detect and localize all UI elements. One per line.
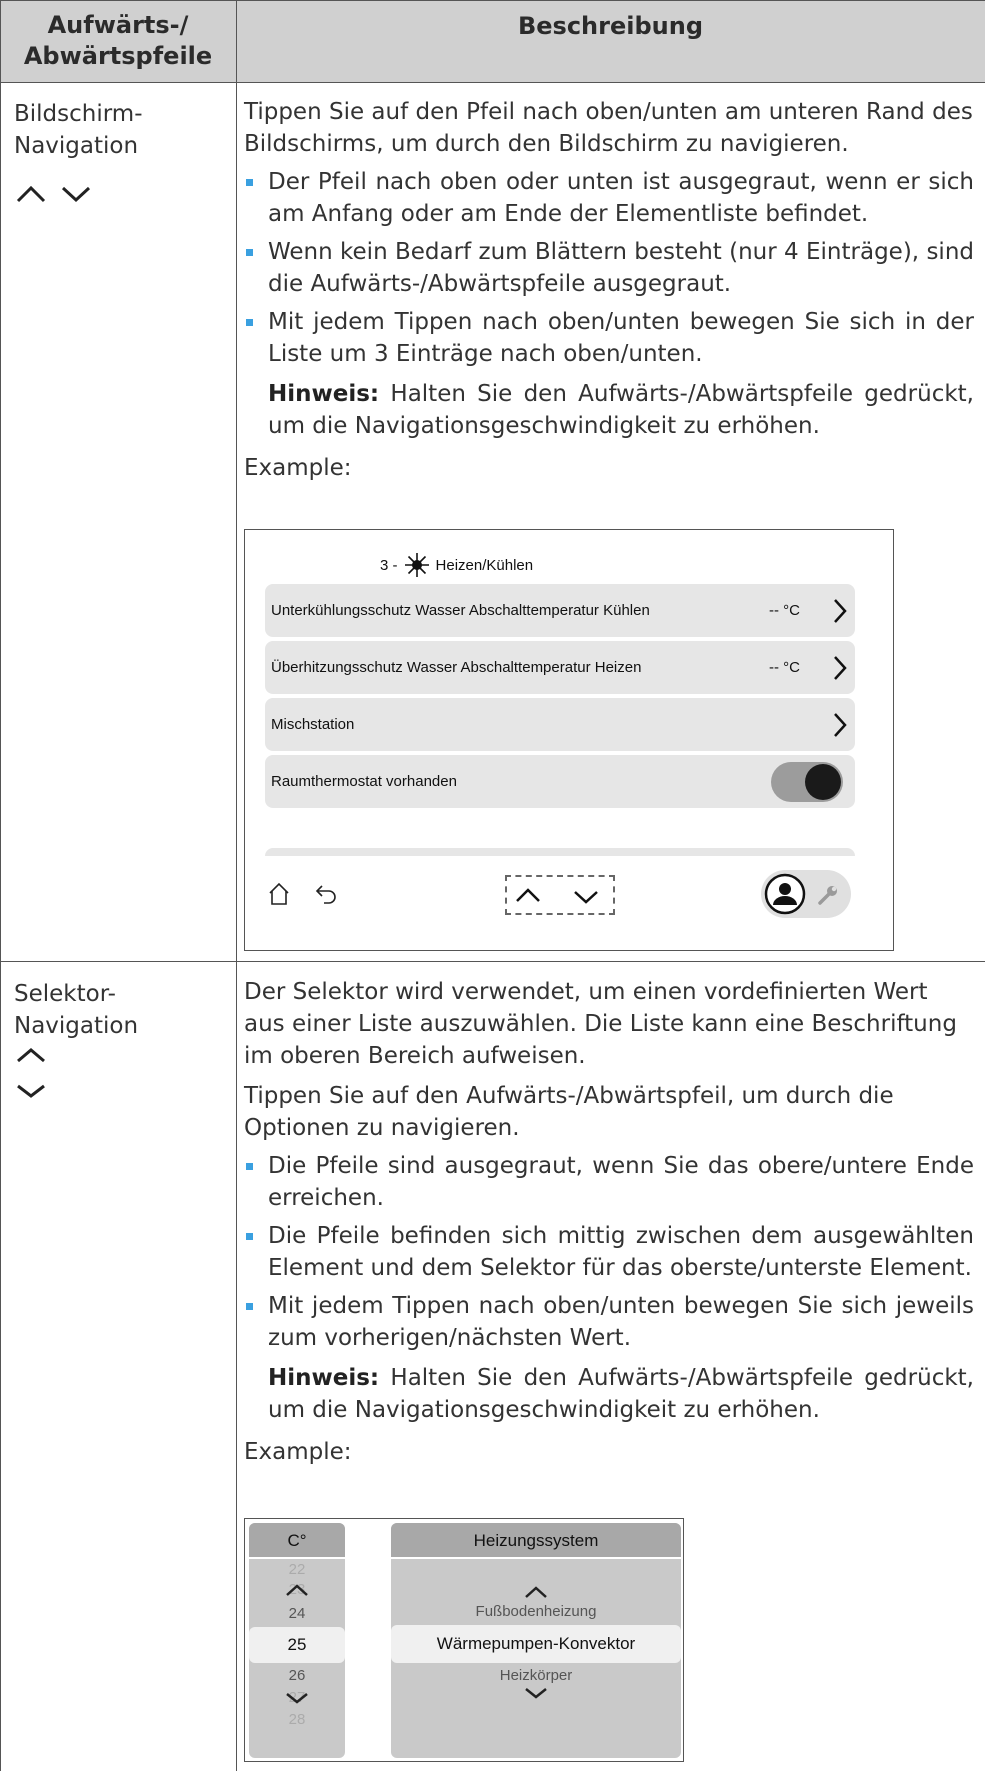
- setting-row-label: Überhitzungsschutz Wasser Abschalttemper…: [271, 659, 642, 676]
- scroll-arrows-highlight: [505, 875, 615, 915]
- selector-up-arrow-icon[interactable]: [285, 1583, 309, 1597]
- row2-note: Hinweis: Halten Sie den Aufwärts-/Abwärt…: [244, 1362, 974, 1426]
- table-border-left: [0, 0, 1, 1771]
- screen-title: 3 - Heizen/Kühlen: [380, 552, 533, 578]
- row1-label: Bildschirm- Navigation: [14, 101, 143, 159]
- row1-note: Hinweis: Halten Sie den Aufwärts-/Abwärt…: [244, 378, 974, 442]
- setting-row-mischstation[interactable]: Mischstation: [265, 698, 855, 751]
- row2-down-arrow-icon: [17, 1084, 45, 1098]
- temperature-value: 28: [288, 1711, 306, 1728]
- table-border-top: [0, 0, 985, 1]
- back-icon[interactable]: [315, 884, 337, 904]
- wrench-icon[interactable]: [817, 884, 839, 906]
- row2-description: Der Selektor wird verwendet, um einen vo…: [244, 976, 974, 1468]
- row1-note-label: Hinweis:: [268, 381, 380, 407]
- setting-row-value: -- °C: [769, 602, 800, 619]
- row1-up-down-arrows-icon: [16, 185, 91, 203]
- screen-title-text: Heizen/Kühlen: [435, 556, 534, 574]
- chevron-right-icon: [834, 713, 847, 737]
- header-arrows-text: Aufwärts-/ Abwärtspfeile: [23, 11, 213, 70]
- row1-description: Tippen Sie auf den Pfeil nach oben/unten…: [244, 96, 974, 484]
- row-divider: [0, 961, 985, 962]
- row2-intro-2: Tippen Sie auf den Aufwärts-/Abwärtspfei…: [244, 1083, 894, 1141]
- row2-bullet-1: Die Pfeile sind ausgegraut, wenn Sie das…: [244, 1150, 974, 1214]
- row2-example-label: Example:: [244, 1439, 352, 1465]
- home-icon[interactable]: [267, 882, 291, 906]
- heating-system-selector[interactable]: Heizungssystem Fußbodenheizung Wärmepump…: [391, 1523, 681, 1758]
- heating-option: Heizkörper: [499, 1667, 573, 1684]
- heating-system-header: Heizungssystem: [391, 1523, 681, 1559]
- setting-row-label: Raumthermostat vorhanden: [271, 773, 457, 790]
- row1-bullet-2: Wenn kein Bedarf zum Blättern besteht (n…: [244, 236, 974, 300]
- row2-intro-1: Der Selektor wird verwendet, um einen vo…: [244, 979, 957, 1069]
- row1-bullet-3: Mit jedem Tippen nach oben/unten bewegen…: [244, 306, 974, 370]
- scroll-down-arrow-icon[interactable]: [573, 889, 599, 905]
- row1-example-label: Example:: [244, 455, 352, 481]
- raumthermostat-toggle[interactable]: [771, 762, 843, 802]
- example-screen-heizen-kuehlen: 3 - Heizen/Kühlen Unterkühlungsschutz Wa…: [244, 529, 894, 951]
- temperature-selector[interactable]: C° 22 23 24 25 26 27 28: [249, 1523, 345, 1758]
- list-up-arrow-icon[interactable]: [524, 1585, 548, 1599]
- up-arrow-icon: [16, 185, 46, 203]
- chevron-right-icon: [834, 656, 847, 680]
- row1-intro: Tippen Sie auf den Pfeil nach oben/unten…: [244, 99, 973, 157]
- heating-option: Fußbodenheizung: [475, 1603, 597, 1620]
- heating-option-selected[interactable]: Wärmepumpen-Konvektor: [391, 1625, 681, 1663]
- header-description: Beschreibung: [236, 0, 985, 82]
- setting-row-unterkuehlungsschutz[interactable]: Unterkühlungsschutz Wasser Abschalttempe…: [265, 584, 855, 637]
- setting-row-label: Unterkühlungsschutz Wasser Abschalttempe…: [271, 602, 650, 619]
- setting-row-ueberhitzungsschutz[interactable]: Überhitzungsschutz Wasser Abschalttemper…: [265, 641, 855, 694]
- row2-up-arrow-icon: [17, 1048, 45, 1063]
- setting-row-label: Mischstation: [271, 716, 355, 733]
- example-selector-screen: C° 22 23 24 25 26 27 28 Heizungssystem F…: [244, 1518, 684, 1762]
- temperature-unit-header: C°: [249, 1523, 345, 1559]
- temperature-value: 26: [288, 1667, 306, 1684]
- row2-bullet-2: Die Pfeile befinden sich mittig zwischen…: [244, 1220, 974, 1284]
- list-down-arrow-icon[interactable]: [524, 1686, 548, 1700]
- row1-bullet-1: Der Pfeil nach oben oder unten ist ausge…: [244, 166, 974, 230]
- selector-down-arrow-icon[interactable]: [285, 1691, 309, 1705]
- temperature-value: 22: [288, 1561, 306, 1578]
- row2-bullet-3: Mit jedem Tippen nach oben/unten bewegen…: [244, 1290, 974, 1354]
- table-column-divider: [236, 0, 237, 1771]
- header-arrows: Aufwärts-/ Abwärtspfeile: [0, 0, 236, 82]
- screen-title-prefix: 3 -: [380, 556, 398, 574]
- chevron-right-icon: [834, 599, 847, 623]
- temperature-selected[interactable]: 25: [249, 1627, 345, 1663]
- down-arrow-icon: [61, 186, 91, 203]
- setting-row-raumthermostat: Raumthermostat vorhanden: [265, 755, 855, 808]
- header-divider: [0, 82, 985, 83]
- setting-row-partial: [265, 848, 855, 856]
- row2-note-label: Hinweis:: [268, 1365, 380, 1391]
- screen-bottom-bar: [245, 856, 893, 950]
- scroll-up-arrow-icon[interactable]: [515, 887, 541, 903]
- setting-row-value: -- °C: [769, 659, 800, 676]
- heat-cool-icon: [404, 553, 429, 577]
- row2-label: Selektor- Navigation: [14, 981, 139, 1039]
- user-icon[interactable]: [764, 873, 806, 915]
- navigation-table: Aufwärts-/ Abwärtspfeile Beschreibung Bi…: [0, 0, 985, 1771]
- header-description-text: Beschreibung: [517, 11, 704, 40]
- user-settings-pill[interactable]: [761, 870, 851, 918]
- toggle-knob: [805, 764, 841, 800]
- temperature-value: 24: [288, 1605, 306, 1622]
